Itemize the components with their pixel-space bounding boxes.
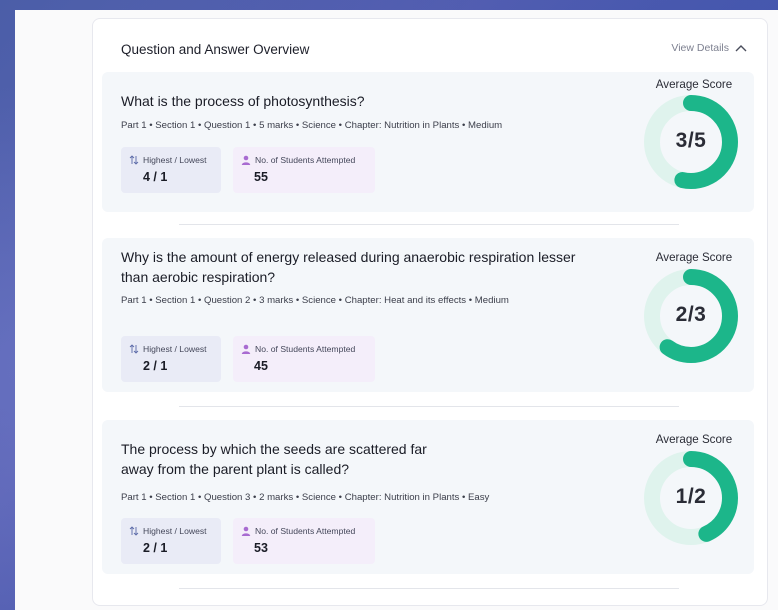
qa-overview-card: Question and Answer Overview View Detail… xyxy=(92,18,768,606)
sort-arrows-icon xyxy=(129,344,139,354)
question-title-line: The process by which the seeds are scatt… xyxy=(121,441,427,457)
chevron-up-icon xyxy=(735,44,747,52)
question-title: The process by which the seeds are scatt… xyxy=(121,439,427,479)
card-header: Question and Answer Overview View Detail… xyxy=(121,41,747,61)
user-icon xyxy=(241,155,251,165)
students-attempted-value: 55 xyxy=(254,170,268,184)
divider xyxy=(179,588,679,589)
average-score-label: Average Score xyxy=(655,433,733,446)
divider xyxy=(179,406,679,407)
view-details-toggle[interactable]: View Details xyxy=(671,42,747,54)
highest-lowest-value: 2 / 1 xyxy=(143,541,168,555)
students-attempted-stat: No. of Students Attempted 53 xyxy=(233,518,375,564)
students-attempted-stat: No. of Students Attempted 45 xyxy=(233,336,375,382)
highest-lowest-value: 2 / 1 xyxy=(143,359,168,373)
students-attempted-value: 53 xyxy=(254,541,268,555)
question-title-line: What is the process of photosynthesis? xyxy=(121,93,365,109)
question-card-1: What is the process of photosynthesis? P… xyxy=(102,72,754,212)
students-attempted-label: No. of Students Attempted xyxy=(255,526,356,536)
highest-lowest-label: Highest / Lowest xyxy=(143,344,207,354)
question-title: Why is the amount of energy released dur… xyxy=(121,247,575,287)
average-score-value: 2/3 xyxy=(675,303,707,326)
students-attempted-stat: No. of Students Attempted 55 xyxy=(233,147,375,193)
average-score-value: 3/5 xyxy=(675,129,707,152)
highest-lowest-stat: Highest / Lowest 2 / 1 xyxy=(121,336,221,382)
average-score-label: Average Score xyxy=(655,78,733,91)
average-score-label: Average Score xyxy=(655,251,733,264)
highest-lowest-label: Highest / Lowest xyxy=(143,155,207,165)
highest-lowest-stat: Highest / Lowest 2 / 1 xyxy=(121,518,221,564)
divider xyxy=(179,224,679,225)
question-meta: Part 1 • Section 1 • Question 3 • 2 mark… xyxy=(121,492,490,503)
user-icon xyxy=(241,526,251,536)
average-score-value: 1/2 xyxy=(675,485,707,508)
sort-arrows-icon xyxy=(129,155,139,165)
highest-lowest-label: Highest / Lowest xyxy=(143,526,207,536)
question-title-line: away from the parent plant is called? xyxy=(121,461,350,477)
highest-lowest-stat: Highest / Lowest 4 / 1 xyxy=(121,147,221,193)
question-card-2: Why is the amount of energy released dur… xyxy=(102,238,754,392)
students-attempted-value: 45 xyxy=(254,359,268,373)
question-title-line: than aerobic respiration? xyxy=(121,269,276,285)
students-attempted-label: No. of Students Attempted xyxy=(255,344,356,354)
card-title: Question and Answer Overview xyxy=(121,42,310,57)
highest-lowest-value: 4 / 1 xyxy=(143,170,168,184)
question-title: What is the process of photosynthesis? xyxy=(121,91,365,111)
view-details-label: View Details xyxy=(671,42,729,54)
question-meta: Part 1 • Section 1 • Question 2 • 3 mark… xyxy=(121,295,509,306)
question-title-line: Why is the amount of energy released dur… xyxy=(121,249,576,265)
question-meta: Part 1 • Section 1 • Question 1 • 5 mark… xyxy=(121,120,503,131)
question-card-3: The process by which the seeds are scatt… xyxy=(102,420,754,574)
user-icon xyxy=(241,344,251,354)
students-attempted-label: No. of Students Attempted xyxy=(255,155,356,165)
sort-arrows-icon xyxy=(129,526,139,536)
